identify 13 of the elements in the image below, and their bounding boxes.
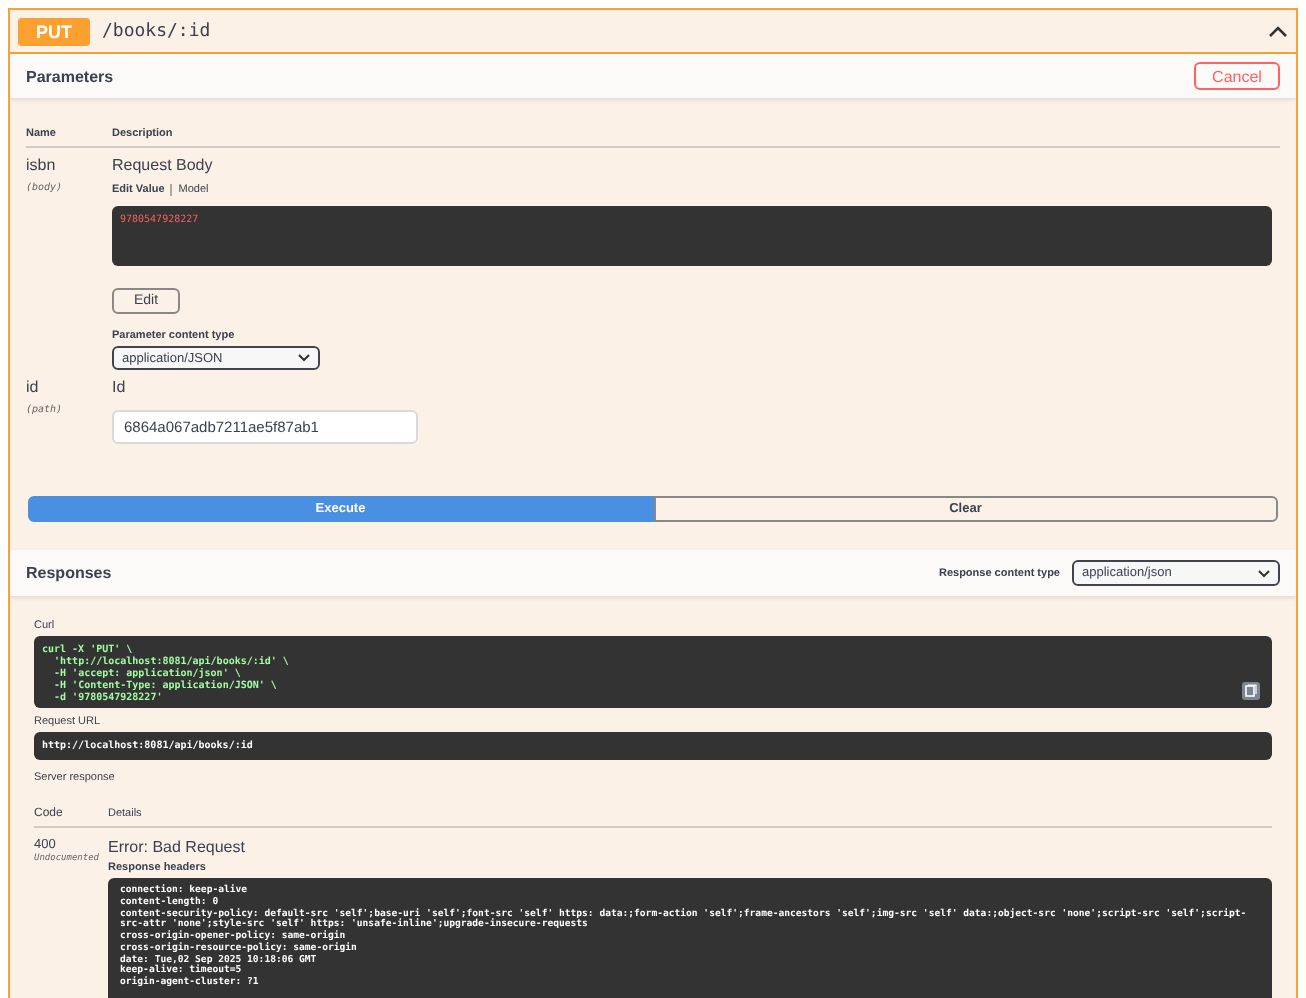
caret-icon bbox=[1258, 569, 1270, 577]
parameter-description: Request Body bbox=[112, 156, 215, 174]
section-title: Parameters bbox=[26, 67, 114, 85]
caret-icon bbox=[298, 354, 310, 362]
section-title: Responses bbox=[26, 564, 112, 582]
chevron-icon[interactable] bbox=[1268, 21, 1288, 41]
method-badge: PUT bbox=[18, 17, 90, 45]
parameter-description: Id bbox=[112, 378, 128, 396]
parameter-name: id bbox=[26, 378, 41, 396]
parameter-name: isbn bbox=[26, 156, 58, 174]
endpoint-path: /books/:id bbox=[102, 21, 213, 41]
copy-icon[interactable] bbox=[1242, 682, 1260, 700]
response-title: Error: Bad Request bbox=[108, 838, 247, 856]
